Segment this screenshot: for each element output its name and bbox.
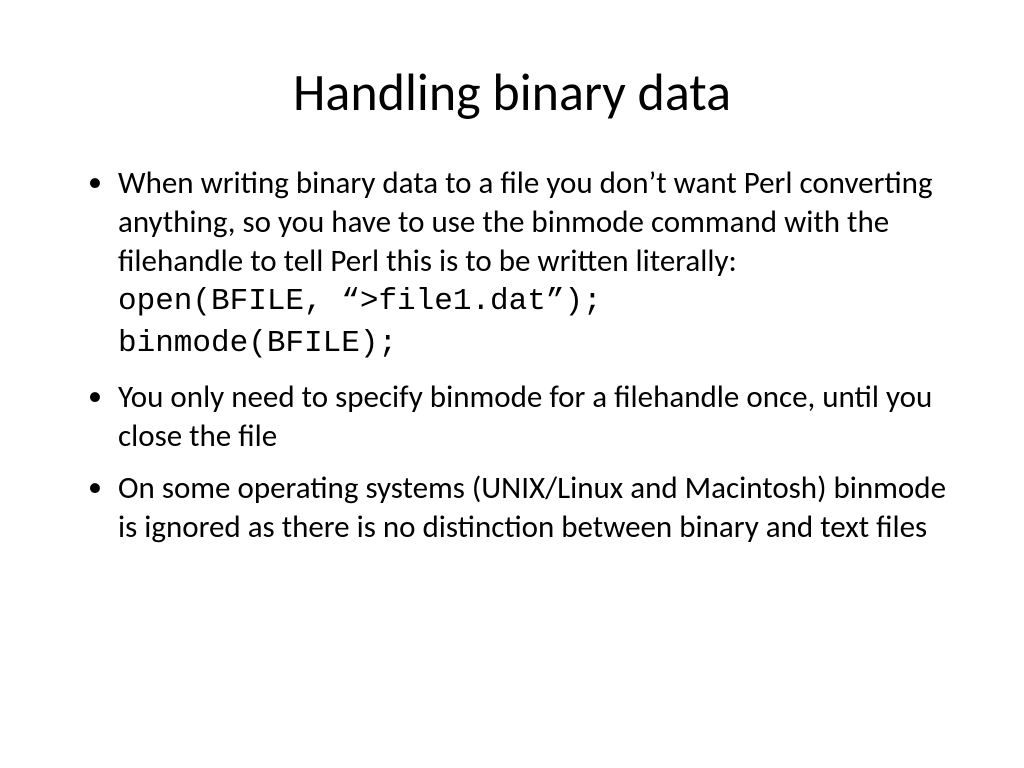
bullet-1-code-line-1: open(BFILE, “>file1.dat”);	[118, 284, 602, 319]
bullet-item-3: On some operating systems (UNIX/Linux an…	[80, 469, 954, 547]
slide-container: Handling binary data When writing binary…	[0, 0, 1024, 768]
bullet-1-text: When writing binary data to a file you d…	[118, 164, 933, 280]
bullet-3-text: On some operating systems (UNIX/Linux an…	[118, 469, 946, 546]
slide-title: Handling binary data	[70, 60, 954, 124]
bullet-1-code-line-2: binmode(BFILE);	[118, 326, 397, 361]
bullet-item-1: When writing binary data to a file you d…	[80, 164, 954, 364]
bullet-2-text: You only need to specify binmode for a f…	[118, 378, 932, 455]
bullet-item-2: You only need to specify binmode for a f…	[80, 378, 954, 456]
bullet-list: When writing binary data to a file you d…	[80, 164, 954, 547]
